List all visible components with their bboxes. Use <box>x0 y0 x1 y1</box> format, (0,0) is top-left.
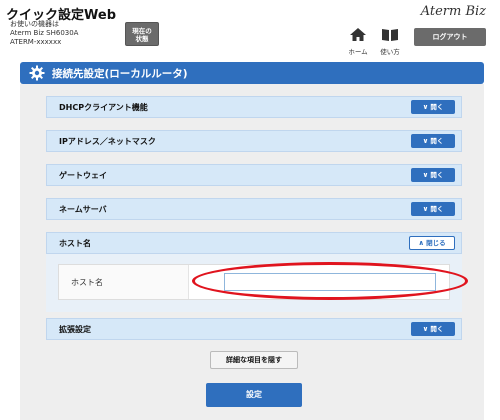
section-header: 接続先設定(ローカルルータ) <box>20 62 484 84</box>
hide-details-button[interactable]: 詳細な項目を隠す <box>210 351 298 369</box>
accordion-dhcp-client[interactable]: DHCPクライアント機能 ∨ 開く <box>46 96 462 118</box>
home-icon <box>350 28 366 41</box>
accordion-label: ネームサーバ <box>59 205 107 214</box>
book-icon <box>382 29 398 41</box>
device-model: Aterm Biz SH6030A <box>10 29 79 37</box>
header: クイック設定Web お使いの機器は Aterm Biz SH6030A ATER… <box>0 0 500 58</box>
chevron-up-icon: ∧ <box>418 239 425 247</box>
chevron-down-icon: ∨ <box>422 137 429 145</box>
current-status-button[interactable]: 現在の 状態 <box>125 22 159 46</box>
accordion-name-server[interactable]: ネームサーバ ∨ 開く <box>46 198 462 220</box>
host-name-label: ホスト名 <box>59 265 189 299</box>
chevron-down-icon: ∨ <box>422 325 429 333</box>
accordion-label: ゲートウェイ <box>59 171 107 180</box>
gear-icon <box>29 65 45 81</box>
accordion-gateway[interactable]: ゲートウェイ ∨ 開く <box>46 164 462 186</box>
manual-nav[interactable]: 使い方 <box>376 26 404 56</box>
status-button-line1: 現在の <box>132 27 152 35</box>
accordion-label: DHCPクライアント機能 <box>59 103 148 112</box>
collapse-button-label: 閉じる <box>426 239 446 247</box>
host-name-row: ホスト名 <box>58 264 450 300</box>
device-info: お使いの機器は Aterm Biz SH6030A ATERM-xxxxxx <box>10 20 78 47</box>
expand-button[interactable]: ∨ 開く <box>411 322 455 336</box>
manual-label: 使い方 <box>380 48 400 56</box>
host-name-panel: ホスト名 <box>46 254 462 312</box>
expand-button-label: 開く <box>430 171 444 179</box>
device-info-line: お使いの機器は <box>10 20 59 28</box>
expand-button-label: 開く <box>430 325 444 333</box>
device-name: ATERM-xxxxxx <box>10 38 62 46</box>
home-nav[interactable]: ホーム <box>344 26 372 56</box>
expand-button-label: 開く <box>430 137 444 145</box>
accordion-label: 拡張設定 <box>59 325 91 334</box>
accordion-advanced-settings[interactable]: 拡張設定 ∨ 開く <box>46 318 462 340</box>
logout-button[interactable]: ログアウト <box>414 28 486 46</box>
expand-button-label: 開く <box>430 103 444 111</box>
chevron-down-icon: ∨ <box>422 171 429 179</box>
section-title: 接続先設定(ローカルルータ) <box>52 68 188 80</box>
accordion-ip-netmask[interactable]: IPアドレス／ネットマスク ∨ 開く <box>46 130 462 152</box>
expand-button[interactable]: ∨ 開く <box>411 100 455 114</box>
brand-logo: Aterm Biz <box>420 4 486 19</box>
expand-button-label: 開く <box>430 205 444 213</box>
expand-button[interactable]: ∨ 開く <box>411 134 455 148</box>
accordion-host-name[interactable]: ホスト名 ∧ 閉じる <box>46 232 462 254</box>
home-label: ホーム <box>348 48 368 56</box>
chevron-down-icon: ∨ <box>422 103 429 111</box>
accordion-label: ホスト名 <box>59 239 91 248</box>
expand-button[interactable]: ∨ 開く <box>411 168 455 182</box>
submit-button[interactable]: 設定 <box>206 383 302 407</box>
collapse-button[interactable]: ∧ 閉じる <box>409 236 455 250</box>
expand-button[interactable]: ∨ 開く <box>411 202 455 216</box>
accordion-label: IPアドレス／ネットマスク <box>59 137 156 146</box>
status-button-line2: 状態 <box>135 35 149 43</box>
chevron-down-icon: ∨ <box>422 205 429 213</box>
host-name-input[interactable] <box>224 273 436 291</box>
